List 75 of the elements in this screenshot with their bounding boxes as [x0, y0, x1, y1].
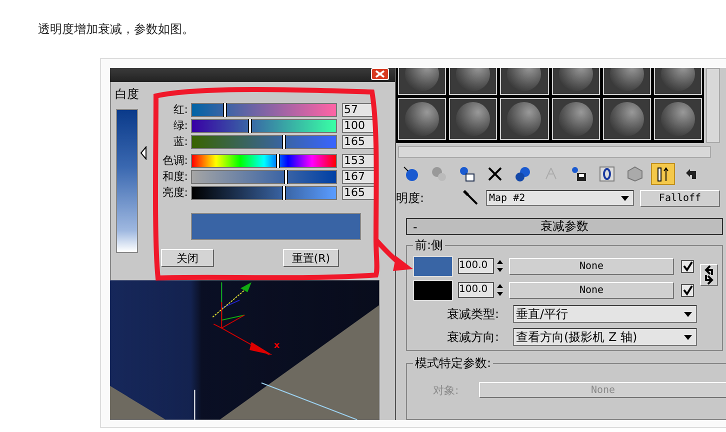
- slider-label: 亮度:: [161, 185, 188, 200]
- slider-label: 绿:: [172, 118, 188, 133]
- map-name-dropdown[interactable]: Map #2: [486, 190, 634, 206]
- scroll-bar[interactable]: [398, 146, 711, 158]
- color-slider[interactable]: [191, 170, 337, 184]
- balls-icon: [515, 166, 531, 182]
- dialog-button[interactable]: 关闭: [161, 249, 214, 267]
- value-field[interactable]: 165: [342, 134, 375, 148]
- value-field[interactable]: 100: [342, 118, 375, 132]
- slider-label: 蓝:: [172, 134, 188, 149]
- slider-label: 和度:: [161, 169, 188, 184]
- slider-thumb[interactable]: [248, 118, 252, 132]
- pointer-icon[interactable]: [140, 146, 147, 160]
- material-slot[interactable]: [552, 98, 600, 140]
- axis-label: x: [274, 342, 280, 351]
- dialog-button[interactable]: 重置(R): [283, 249, 339, 267]
- zero-icon: [599, 166, 615, 182]
- map-button[interactable]: None: [509, 282, 674, 298]
- material-slot[interactable]: [398, 98, 446, 140]
- falloff-direction-dropdown[interactable]: 查看方向(摄影机 Z 轴): [513, 328, 697, 346]
- value-field[interactable]: 165: [342, 186, 375, 200]
- whiteness-label: 白度: [114, 86, 140, 100]
- falloff-direction-label: 衰减方向:: [447, 328, 500, 346]
- object-label: 对象:: [433, 382, 460, 398]
- color-swatch[interactable]: [413, 256, 453, 276]
- material-slot[interactable]: [449, 98, 498, 140]
- group-title: 模式特定参数:: [414, 355, 492, 372]
- checkbox[interactable]: [681, 284, 694, 296]
- value-field[interactable]: 57: [342, 102, 375, 116]
- slider-thumb[interactable]: [282, 134, 286, 148]
- rollout-header[interactable]: - 衰减参数: [406, 218, 723, 235]
- ball-icon: [403, 166, 419, 182]
- ball-box-icon: [459, 166, 475, 182]
- caption-text: 透明度增加衰减，参数如图。: [37, 21, 195, 37]
- color-slider[interactable]: [191, 154, 337, 168]
- slider-thumb[interactable]: [223, 102, 228, 116]
- value-field[interactable]: 153: [342, 154, 375, 168]
- material-slot[interactable]: [602, 98, 651, 140]
- map-label: 明度:: [396, 190, 426, 206]
- slider-label: 红:: [172, 102, 188, 117]
- swap-button[interactable]: [700, 264, 718, 286]
- color-slider[interactable]: [191, 102, 337, 116]
- value-field[interactable]: 167: [342, 170, 375, 184]
- map-button[interactable]: None: [509, 258, 674, 274]
- disk-icon: [571, 166, 587, 182]
- close-icon: [487, 166, 503, 182]
- scroll-bar[interactable]: [706, 68, 720, 143]
- spinner-icon[interactable]: [496, 258, 504, 274]
- check-icon: [682, 260, 693, 272]
- map-type-button[interactable]: Falloff: [640, 190, 720, 206]
- color-slider[interactable]: [191, 134, 337, 148]
- bars-icon: [655, 166, 671, 182]
- cube-icon: [627, 166, 643, 182]
- balls-icon: [431, 166, 447, 182]
- slider-thumb[interactable]: [282, 186, 286, 200]
- slider-thumb[interactable]: [284, 170, 288, 184]
- swap-arrows-icon: [703, 265, 715, 285]
- slider-label: 色调:: [161, 153, 188, 168]
- color-swatch[interactable]: [413, 280, 453, 300]
- check-icon: [682, 284, 693, 296]
- toolbar-button[interactable]: [651, 163, 675, 185]
- checkbox[interactable]: [681, 260, 694, 272]
- close-icon: [375, 70, 385, 78]
- material-slot[interactable]: [500, 98, 548, 140]
- color-slider[interactable]: [191, 118, 337, 132]
- falloff-type-label: 衰减类型:: [447, 306, 500, 322]
- spinner-icon[interactable]: [496, 282, 504, 298]
- close-button[interactable]: [371, 68, 389, 80]
- color-slider[interactable]: [191, 186, 337, 200]
- group-title: 前:侧: [414, 237, 444, 254]
- falloff-type-dropdown[interactable]: 垂直/平行: [513, 305, 697, 323]
- material-slot[interactable]: [654, 98, 702, 140]
- amount-field[interactable]: 100.0: [458, 282, 494, 298]
- slider-thumb[interactable]: [276, 154, 280, 168]
- amount-field[interactable]: 100.0: [458, 258, 494, 274]
